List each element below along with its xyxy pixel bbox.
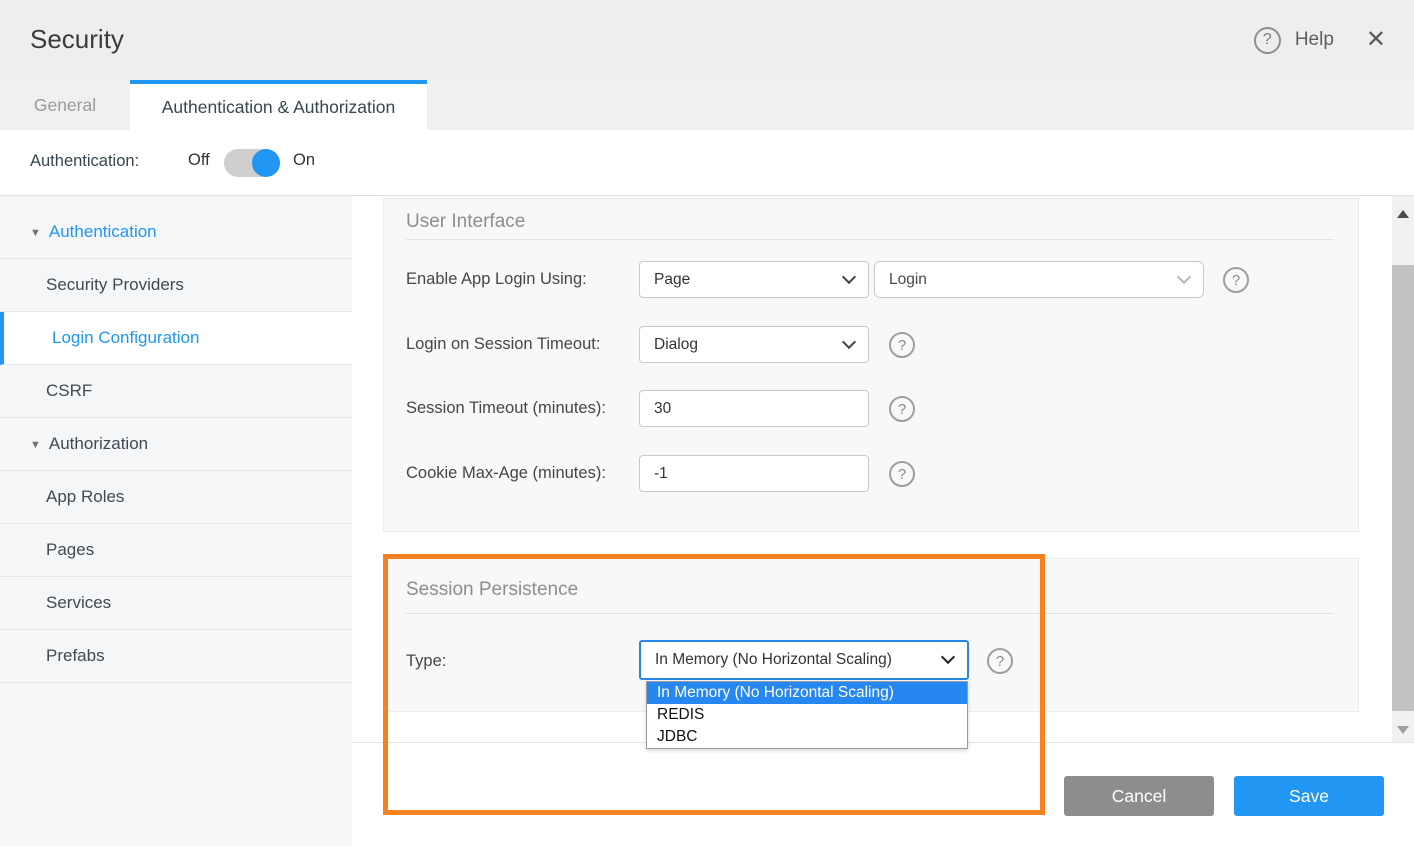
- help-icon[interactable]: ?: [889, 396, 915, 422]
- help-icon[interactable]: ?: [889, 332, 915, 358]
- dropdown-option-jdbc[interactable]: JDBC: [647, 726, 967, 748]
- help-icon[interactable]: ?: [889, 461, 915, 487]
- help-icon[interactable]: ?: [1223, 267, 1249, 293]
- sidebar-group-label: Authentication: [49, 222, 157, 241]
- cookie-max-age-label: Cookie Max-Age (minutes):: [406, 455, 606, 492]
- help-icon[interactable]: ?: [1254, 27, 1281, 54]
- dropdown-option-in-memory[interactable]: In Memory (No Horizontal Scaling): [647, 682, 967, 704]
- sidebar-item-app-roles[interactable]: App Roles: [0, 471, 352, 524]
- tab-general[interactable]: General: [0, 80, 130, 130]
- scrollbar-thumb[interactable]: [1392, 265, 1414, 711]
- section-title: User Interface: [406, 211, 525, 233]
- page-title: Security: [30, 24, 124, 55]
- authentication-label: Authentication:: [30, 152, 139, 171]
- cancel-button[interactable]: Cancel: [1064, 776, 1214, 816]
- enable-app-login-label: Enable App Login Using:: [406, 261, 587, 298]
- close-icon[interactable]: ✕: [1366, 28, 1386, 52]
- login-on-session-timeout-label: Login on Session Timeout:: [406, 326, 600, 363]
- triangle-down-icon: ▼: [30, 439, 41, 451]
- toggle-off-label: Off: [188, 151, 210, 170]
- sidebar-item-prefabs[interactable]: Prefabs: [0, 630, 352, 683]
- chevron-down-icon: [842, 334, 856, 348]
- toggle-on-label: On: [293, 151, 315, 170]
- dropdown-option-redis[interactable]: REDIS: [647, 704, 967, 726]
- vertical-scrollbar[interactable]: [1392, 196, 1414, 742]
- login-page-select[interactable]: Login: [874, 261, 1204, 298]
- dialog-header: Security ? Help ✕: [0, 0, 1414, 80]
- header-actions: ? Help ✕: [1254, 0, 1386, 80]
- divider: [406, 613, 1334, 614]
- cookie-max-age-input[interactable]: [639, 455, 869, 492]
- authentication-toggle-row: Authentication: Off On: [0, 130, 1414, 196]
- select-value: Login: [889, 271, 927, 289]
- scroll-down-icon[interactable]: [1397, 726, 1409, 734]
- sidebar-item-services[interactable]: Services: [0, 577, 352, 630]
- tab-authentication-authorization[interactable]: Authentication & Authorization: [130, 80, 427, 130]
- sidebar-group-label: Authorization: [49, 434, 148, 453]
- toggle-knob: [252, 149, 280, 177]
- sidebar-item-security-providers[interactable]: Security Providers: [0, 259, 352, 312]
- help-link[interactable]: Help: [1295, 29, 1334, 51]
- save-button[interactable]: Save: [1234, 776, 1384, 816]
- select-value: In Memory (No Horizontal Scaling): [655, 651, 892, 669]
- sidebar-item-login-configuration[interactable]: Login Configuration: [0, 312, 352, 365]
- session-timeout-mode-select[interactable]: Dialog: [639, 326, 869, 363]
- persistence-type-dropdown: In Memory (No Horizontal Scaling) REDIS …: [646, 681, 968, 749]
- section-title: Session Persistence: [406, 579, 578, 601]
- chevron-down-icon: [941, 650, 955, 664]
- persistence-type-select[interactable]: In Memory (No Horizontal Scaling): [639, 640, 969, 680]
- triangle-down-icon: ▼: [30, 227, 41, 239]
- chevron-down-icon: [1177, 269, 1191, 283]
- chevron-down-icon: [842, 269, 856, 283]
- select-value: Dialog: [654, 336, 698, 354]
- session-timeout-input[interactable]: [639, 390, 869, 427]
- select-value: Page: [654, 271, 690, 289]
- help-icon[interactable]: ?: [987, 648, 1013, 674]
- type-label: Type:: [406, 641, 446, 681]
- sidebar-group-authorization[interactable]: ▼ Authorization: [0, 418, 352, 471]
- settings-sidebar: ▼ Authentication Security Providers Login…: [0, 196, 352, 846]
- sidebar-group-authentication[interactable]: ▼ Authentication: [0, 206, 352, 259]
- login-using-select[interactable]: Page: [639, 261, 869, 298]
- authentication-toggle[interactable]: [224, 149, 280, 177]
- dialog-footer: Cancel Save: [352, 742, 1414, 846]
- divider: [406, 239, 1334, 240]
- sidebar-item-csrf[interactable]: CSRF: [0, 365, 352, 418]
- scroll-up-icon[interactable]: [1397, 210, 1409, 218]
- session-timeout-label: Session Timeout (minutes):: [406, 390, 606, 427]
- tab-bar: General Authentication & Authorization: [0, 80, 1414, 130]
- user-interface-section: User Interface Enable App Login Using: P…: [383, 198, 1359, 532]
- sidebar-item-pages[interactable]: Pages: [0, 524, 352, 577]
